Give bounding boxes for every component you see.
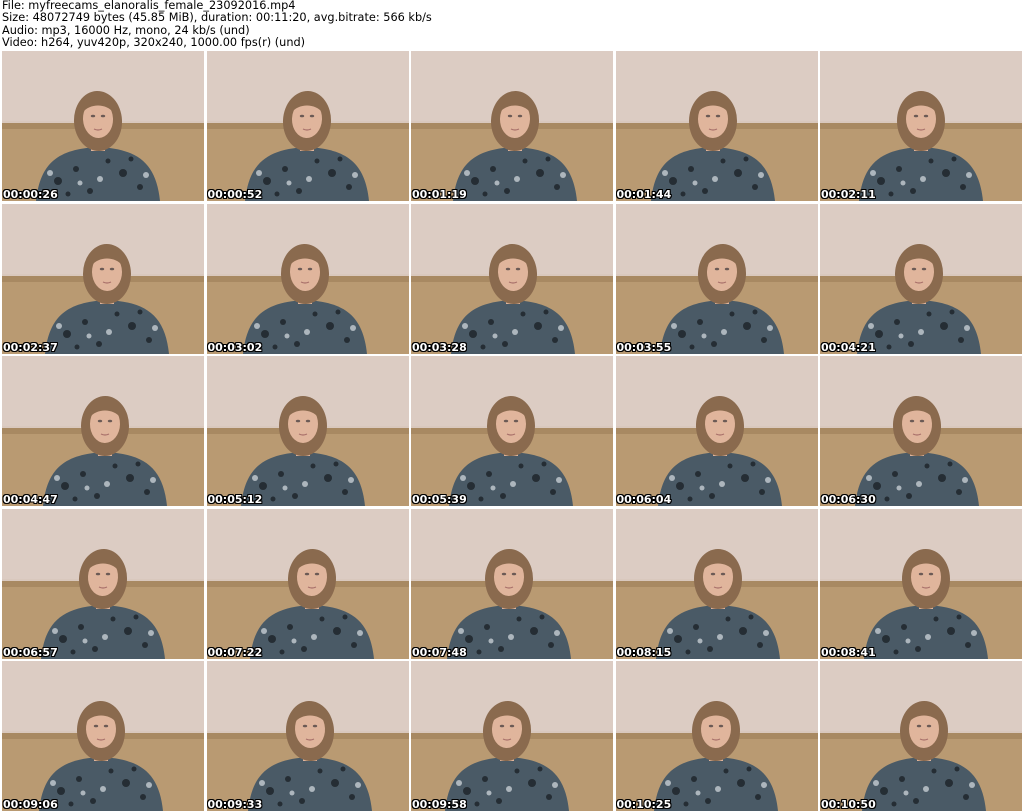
thumbnail-timestamp: 00:06:30	[821, 493, 876, 506]
thumbnail-timestamp: 00:02:11	[821, 188, 876, 201]
file-info-header: File: myfreecams_elanoralis_female_23092…	[2, 0, 1022, 50]
video-thumbnail: 00:09:58	[411, 661, 613, 811]
video-frame-image	[615, 661, 818, 811]
video-thumbnail: 00:09:06	[2, 661, 204, 811]
video-thumbnail: 00:03:28	[411, 203, 613, 354]
video-frame-image	[615, 51, 818, 201]
video-frame-image	[206, 51, 409, 201]
thumbnail-timestamp: 00:07:48	[412, 645, 467, 659]
thumbnail-timestamp: 00:05:39	[412, 493, 467, 506]
video-thumbnail: 00:10:50	[820, 661, 1022, 811]
thumbnail-timestamp: 00:09:06	[3, 798, 58, 811]
thumbnail-timestamp: 00:10:25	[616, 798, 672, 811]
video-thumbnail: 00:06:30	[820, 356, 1022, 506]
video-frame-image	[615, 203, 818, 354]
video-thumbnail: 00:08:15	[615, 508, 818, 659]
thumbnail-timestamp: 00:06:04	[616, 493, 672, 506]
thumbnail-timestamp: 00:03:55	[616, 340, 672, 354]
thumbnail-timestamp: 00:07:22	[207, 645, 263, 659]
thumbnail-timestamp: 00:08:41	[821, 645, 876, 659]
thumbnail-timestamp: 00:03:02	[207, 340, 263, 354]
video-thumbnail: 00:03:02	[206, 203, 409, 354]
video-frame-image	[206, 356, 409, 506]
video-frame-image	[411, 661, 613, 811]
video-thumbnail: 00:01:44	[615, 51, 818, 201]
thumbnail-timestamp: 00:03:28	[412, 340, 467, 354]
file-size-line: Size: 48072749 bytes (45.85 MiB), durati…	[2, 11, 432, 25]
video-frame-image	[820, 51, 1022, 201]
video-frame-image	[820, 356, 1022, 506]
thumbnail-timestamp: 00:02:37	[3, 340, 58, 354]
video-frame-image	[411, 51, 613, 201]
thumbnail-timestamp: 00:01:19	[412, 188, 467, 201]
video-thumbnail: 00:08:41	[820, 508, 1022, 659]
thumbnail-timestamp: 00:00:52	[207, 188, 263, 201]
thumbnail-timestamp: 00:04:47	[3, 493, 58, 506]
thumbnail-timestamp: 00:04:21	[821, 340, 876, 354]
video-frame-image	[820, 203, 1022, 354]
video-frame-image	[411, 203, 613, 354]
video-thumbnail: 00:01:19	[411, 51, 613, 201]
thumbnail-timestamp: 00:10:50	[821, 798, 876, 811]
video-frame-image	[2, 508, 204, 659]
video-thumbnail: 00:06:04	[615, 356, 818, 506]
video-thumbnail: 00:02:37	[2, 203, 204, 354]
video-frame-image	[411, 508, 613, 659]
video-thumbnail: 00:07:48	[411, 508, 613, 659]
video-frame-image	[820, 508, 1022, 659]
video-thumbnail: 00:06:57	[2, 508, 204, 659]
video-thumbnail: 00:09:33	[206, 661, 409, 811]
thumbnail-timestamp: 00:06:57	[3, 645, 58, 659]
video-info-line: Video: h264, yuv420p, 320x240, 1000.00 f…	[2, 36, 306, 50]
video-thumbnail: 00:10:25	[615, 661, 818, 811]
video-frame-image	[2, 661, 204, 811]
video-frame-image	[206, 203, 409, 354]
video-thumbnail: 00:00:52	[206, 51, 409, 201]
video-frame-image	[2, 356, 204, 506]
thumbnail-timestamp: 00:09:58	[412, 798, 467, 811]
video-thumbnail: 00:00:26	[2, 51, 204, 201]
video-thumbnail: 00:07:22	[206, 508, 409, 659]
video-frame-image	[411, 356, 613, 506]
video-thumbnail: 00:04:21	[820, 203, 1022, 354]
video-thumbnail: 00:05:12	[206, 356, 409, 506]
video-frame-image	[2, 51, 204, 201]
video-thumbnail: 00:02:11	[820, 51, 1022, 201]
video-thumbnail: 00:05:39	[411, 356, 613, 506]
thumbnail-timestamp: 00:08:15	[616, 645, 672, 659]
thumbnail-timestamp: 00:00:26	[3, 188, 58, 201]
video-frame-image	[820, 661, 1022, 811]
video-thumbnail: 00:04:47	[2, 356, 204, 506]
thumbnail-timestamp: 00:05:12	[207, 493, 263, 506]
video-frame-image	[615, 508, 818, 659]
video-frame-image	[206, 661, 409, 811]
video-frame-image	[2, 203, 204, 354]
video-frame-image	[206, 508, 409, 659]
thumbnail-timestamp: 00:01:44	[616, 188, 672, 201]
thumbnail-grid: 00:00:26 00:00:52 00:01:19 00:01:44 00:02:11…	[2, 51, 1022, 811]
video-frame-image	[615, 356, 818, 506]
thumbnail-timestamp: 00:09:33	[207, 798, 263, 811]
video-thumbnail: 00:03:55	[615, 203, 818, 354]
